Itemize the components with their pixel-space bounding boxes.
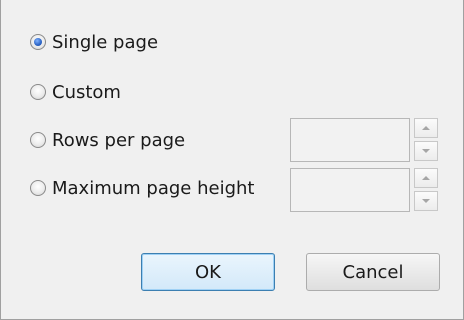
rows-per-page-decrement-button[interactable] (414, 141, 438, 161)
arrow-down-icon (422, 199, 430, 203)
cancel-button[interactable]: Cancel (306, 253, 440, 291)
option-label-rows-per-page: Rows per page (52, 129, 186, 151)
ok-button[interactable]: OK (141, 253, 275, 291)
page-layout-dialog: Single page Custom Rows per page Maximum… (0, 0, 464, 320)
rows-per-page-input[interactable] (290, 118, 410, 162)
maximum-page-height-decrement-button[interactable] (414, 191, 438, 211)
arrow-down-icon (422, 149, 430, 153)
rows-per-page-increment-button[interactable] (414, 118, 438, 138)
single-page-radio[interactable] (30, 34, 46, 50)
rows-per-page-spinner (290, 118, 444, 164)
option-single-page[interactable]: Single page (30, 30, 158, 54)
maximum-page-height-spinner (290, 168, 444, 214)
option-custom[interactable]: Custom (30, 80, 121, 104)
option-label-maximum-page-height: Maximum page height (52, 177, 255, 199)
option-maximum-page-height[interactable]: Maximum page height (30, 176, 254, 200)
arrow-up-icon (422, 126, 430, 130)
rows-per-page-radio[interactable] (30, 132, 46, 148)
maximum-page-height-input[interactable] (290, 168, 410, 212)
maximum-page-height-radio[interactable] (30, 180, 46, 196)
option-rows-per-page[interactable]: Rows per page (30, 128, 185, 152)
custom-radio[interactable] (30, 84, 46, 100)
arrow-up-icon (422, 176, 430, 180)
window-border-left (0, 0, 1, 320)
maximum-page-height-increment-button[interactable] (414, 168, 438, 188)
option-label-custom: Custom (52, 81, 121, 103)
option-label-single-page: Single page (52, 31, 159, 53)
